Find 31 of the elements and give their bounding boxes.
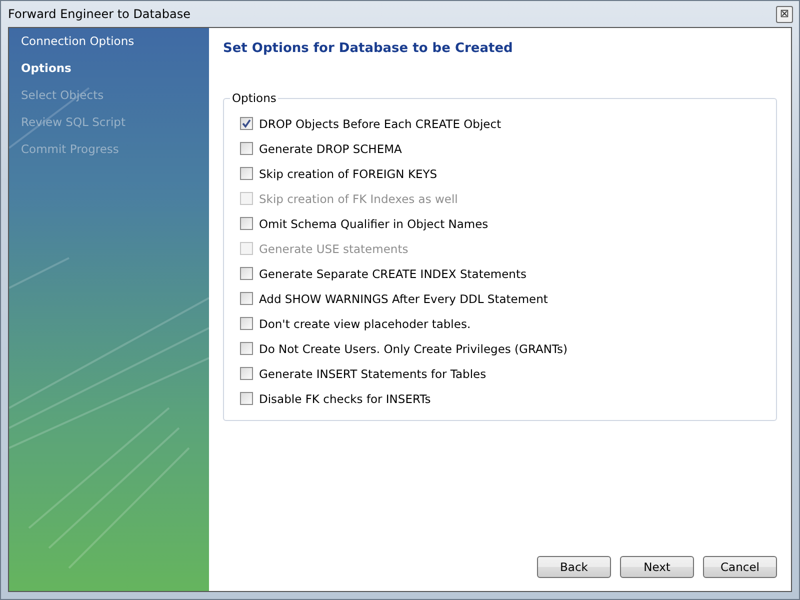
checkbox[interactable]	[240, 117, 253, 130]
option-label: Do Not Create Users. Only Create Privileges (GRANTs)	[259, 342, 568, 356]
checkbox[interactable]	[240, 317, 253, 330]
checkbox[interactable]	[240, 217, 253, 230]
group-title: Options	[231, 91, 278, 105]
option-label: Omit Schema Qualifier in Object Names	[259, 216, 488, 230]
wizard-button[interactable]: Cancel	[703, 556, 777, 578]
option-label: DROP Objects Before Each CREATE Object	[259, 116, 502, 130]
option-label: Generate INSERT Statements for Tables	[259, 366, 486, 380]
checkbox[interactable]	[240, 342, 253, 355]
checkbox[interactable]	[240, 142, 253, 155]
wizard-step[interactable]: Options	[9, 60, 209, 87]
option-label: Add SHOW WARNINGS After Every DDL Statement	[259, 292, 548, 306]
window-title: Forward Engineer to Database	[8, 7, 190, 21]
option-label: Generate USE statements	[259, 242, 408, 256]
wizard-button[interactable]: Back	[537, 556, 611, 578]
option-label: Skip creation of FK Indexes as well	[259, 192, 458, 206]
wizard-step[interactable]: Connection Options	[9, 33, 209, 60]
wizard-button[interactable]: Next	[620, 556, 694, 578]
checkbox[interactable]	[240, 267, 253, 280]
page-heading: Set Options for Database to be Created	[223, 41, 514, 56]
option-label: Generate DROP SCHEMA	[259, 142, 402, 156]
checkbox[interactable]	[240, 292, 253, 305]
checkbox[interactable]	[240, 367, 253, 380]
checkbox[interactable]	[240, 392, 253, 405]
close-button[interactable]: ⊠	[776, 6, 793, 22]
checkbox[interactable]	[240, 167, 253, 180]
option-label: Don't create view placehoder tables.	[259, 316, 471, 330]
option-label: Skip creation of FOREIGN KEYS	[259, 166, 438, 180]
option-label: Generate Separate CREATE INDEX Statements	[259, 266, 526, 280]
option-label: Disable FK checks for INSERTs	[259, 392, 431, 406]
